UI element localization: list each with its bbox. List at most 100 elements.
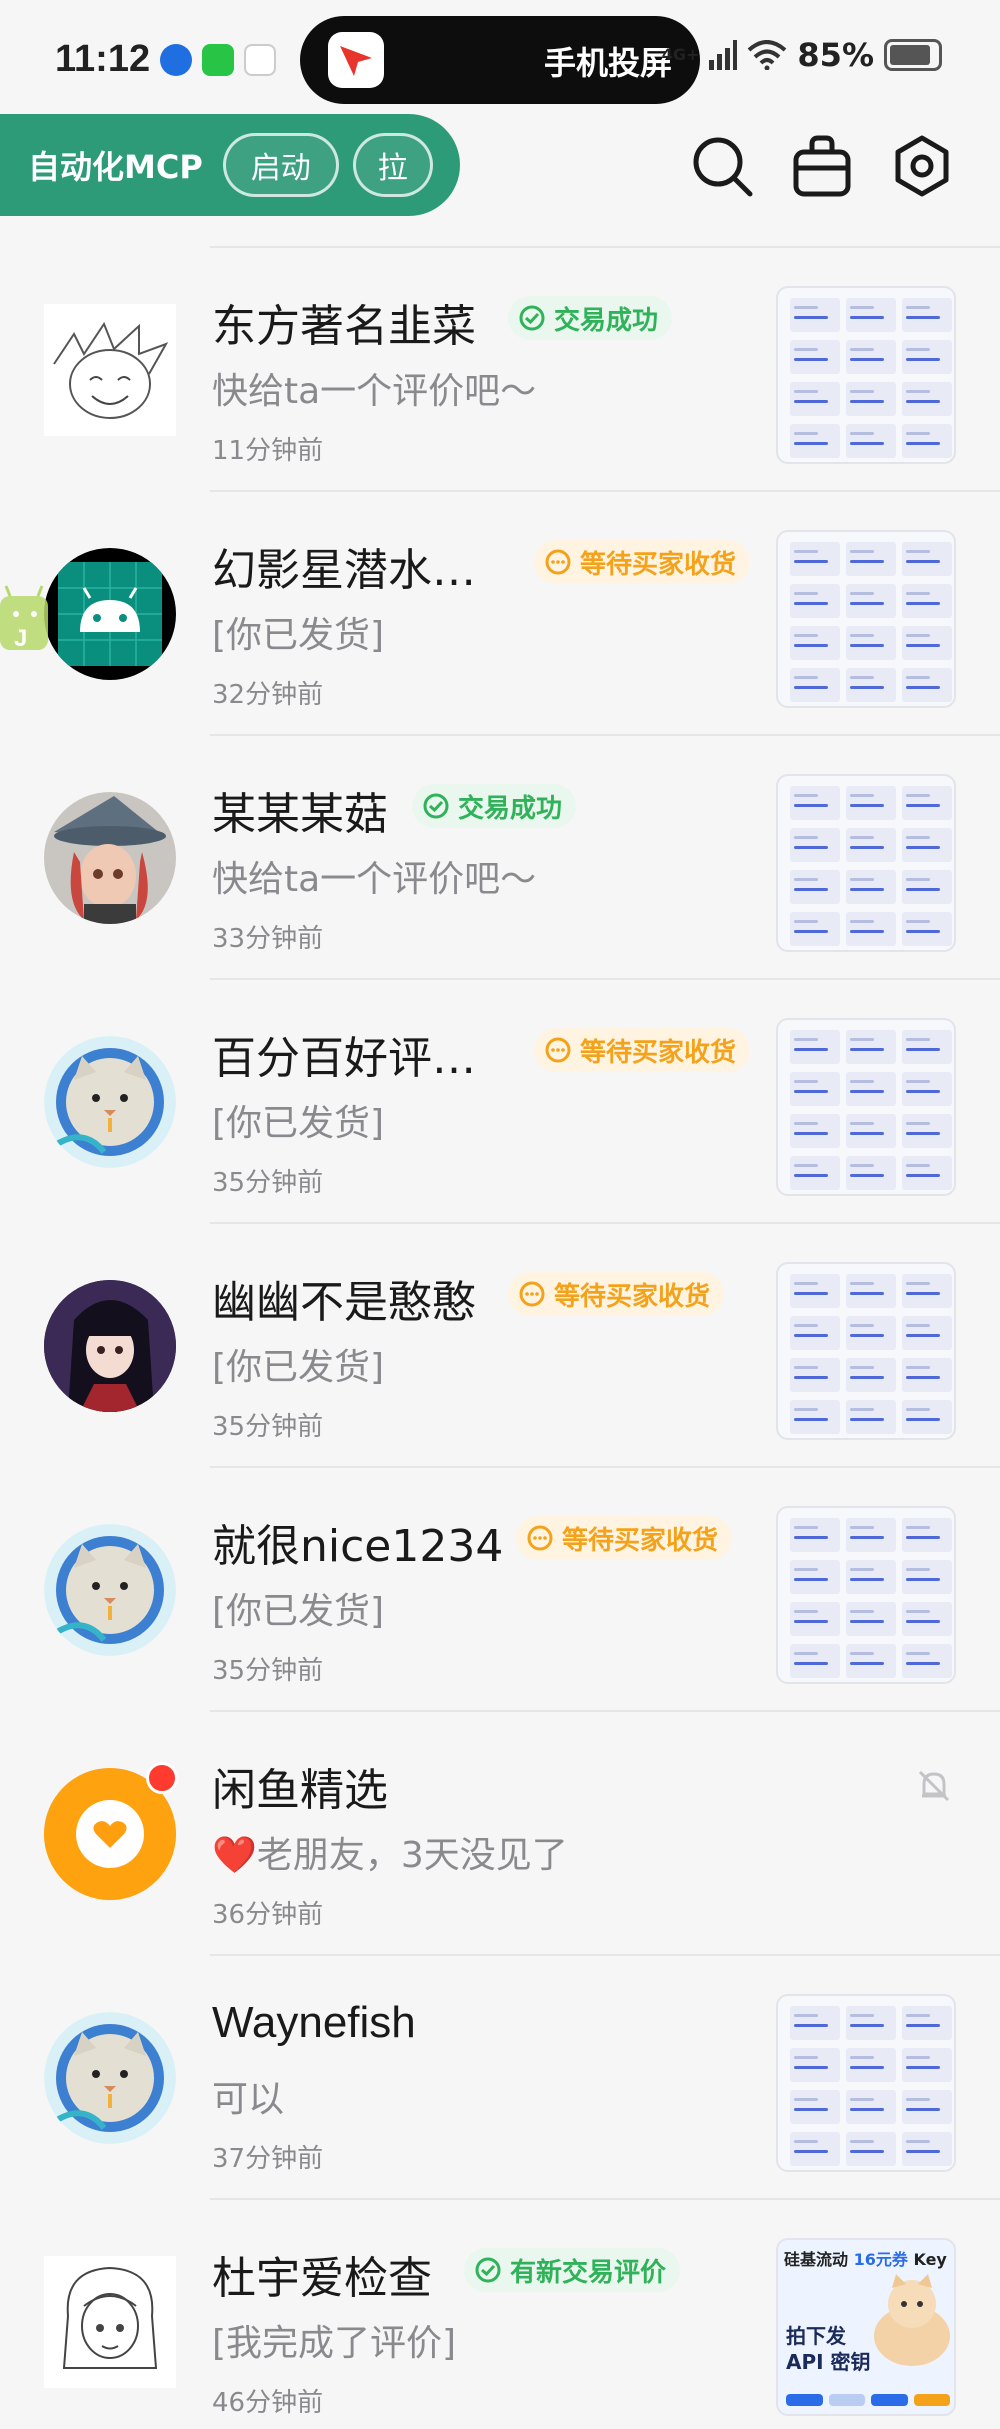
message-time: 36分钟前 — [212, 1900, 324, 1930]
conversation-row[interactable]: 幽幽不是憨憨 等待买家收货 [你已发货] 35分钟前 — [0, 1222, 1000, 1466]
avatar[interactable] — [44, 548, 176, 680]
bag-icon[interactable] — [790, 134, 854, 198]
message-time: 37分钟前 — [212, 2144, 324, 2174]
status-badge-text: 等待买家收货 — [554, 1281, 711, 1312]
status-badge: 交易成功 — [508, 296, 673, 340]
message-time: 35分钟前 — [212, 1412, 324, 1442]
last-message: [你已发货] — [212, 615, 385, 656]
notification-icons — [160, 44, 276, 76]
more-circle-icon — [527, 1525, 553, 1551]
wifi-icon — [748, 40, 787, 70]
cat-photo-icon — [874, 2274, 950, 2366]
screen-cast-island[interactable]: 手机投屏 — [300, 16, 700, 104]
last-message: [你已发货] — [212, 1103, 385, 1144]
divider — [210, 1222, 1000, 1224]
contact-name: 幽幽不是憨憨 — [212, 1277, 476, 1328]
screen-cast-label: 手机投屏 — [543, 44, 672, 82]
status-badge: 等待买家收货 — [534, 540, 751, 584]
floating-android-icon[interactable]: J — [0, 580, 52, 660]
battery-icon — [884, 39, 942, 71]
conversation-row[interactable]: 就很nice1234 等待买家收货 [你已发货] 35分钟前 — [0, 1466, 1000, 1710]
last-message: [你已发货] — [212, 1591, 385, 1632]
conversation-row[interactable]: 幻影星潜水… 等待买家收货 [你已发货] 32分钟前 — [0, 490, 1000, 734]
status-badge-text: 交易成功 — [458, 793, 563, 824]
divider — [210, 1466, 1000, 1468]
message-time: 35分钟前 — [212, 1656, 324, 1686]
message-time: 11分钟前 — [212, 436, 324, 466]
unread-dot — [146, 1762, 178, 1794]
status-badge-text: 有新交易评价 — [510, 2257, 667, 2288]
last-message: [你已发货] — [212, 1347, 385, 1388]
conversation-row[interactable]: 某某某菇 交易成功 快给ta一个评价吧～ 33分钟前 — [0, 734, 1000, 978]
check-circle-icon — [475, 2257, 501, 2283]
last-message: 快给ta一个评价吧～ — [212, 859, 537, 900]
conversation-row[interactable]: Waynefish 可以 37分钟前 — [0, 1954, 1000, 2198]
mcp-title: 自动化MCP — [28, 148, 203, 186]
avatar[interactable] — [44, 1524, 176, 1656]
divider — [210, 1954, 1000, 1956]
item-thumbnail[interactable] — [776, 1262, 956, 1440]
item-thumbnail-promo[interactable]: 硅基流动 16元券 Key 拍下发 API 密钥 — [776, 2238, 956, 2416]
avatar[interactable] — [44, 1036, 176, 1168]
promo-suffix: Key — [913, 2250, 947, 2269]
contact-name: 闲鱼精选 — [212, 1765, 388, 1816]
divider — [210, 490, 1000, 492]
browser-notification-icon — [160, 44, 192, 76]
item-thumbnail[interactable] — [776, 1994, 956, 2172]
conversation-row[interactable]: 杜宇爱检查 有新交易评价 [我完成了评价] 46分钟前 硅基流动 16元券 Ke… — [0, 2198, 1000, 2429]
item-thumbnail[interactable] — [776, 774, 956, 952]
item-thumbnail[interactable] — [776, 1506, 956, 1684]
settings-icon[interactable] — [890, 134, 954, 198]
message-time: 46分钟前 — [212, 2388, 324, 2418]
contact-name: 杜宇爱检查 — [212, 2253, 432, 2304]
last-message: 可以 — [212, 2079, 285, 2120]
avatar[interactable] — [44, 2256, 176, 2388]
last-message: ❤️老朋友，3天没见了 — [212, 1835, 568, 1876]
signal-icon — [709, 40, 738, 70]
message-time: 33分钟前 — [212, 924, 324, 954]
divider — [210, 978, 1000, 980]
status-badge: 有新交易评价 — [464, 2248, 681, 2292]
automation-mcp-panel: 自动化MCP 启动 拉 — [0, 114, 460, 216]
avatar[interactable] — [44, 1280, 176, 1412]
contact-name: 某某某菇 — [212, 789, 388, 840]
conversation-row[interactable]: 百分百好评… 等待买家收货 [你已发货] 35分钟前 — [0, 978, 1000, 1222]
promo-line2: 拍下发 — [786, 2324, 846, 2348]
divider — [210, 246, 1000, 248]
start-button[interactable]: 启动 — [222, 133, 339, 197]
item-thumbnail[interactable] — [776, 530, 956, 708]
item-thumbnail[interactable] — [776, 1018, 956, 1196]
status-badge: 等待买家收货 — [508, 1272, 725, 1316]
status-badge: 交易成功 — [412, 784, 577, 828]
avatar[interactable] — [44, 792, 176, 924]
check-circle-icon — [423, 793, 449, 819]
status-badge-text: 等待买家收货 — [580, 549, 737, 580]
conversation-row[interactable]: 闲鱼精选 ❤️老朋友，3天没见了 36分钟前 — [0, 1710, 1000, 1954]
contact-name: 就很nice1234 — [212, 1521, 504, 1572]
divider — [210, 734, 1000, 736]
divider — [210, 2198, 1000, 2200]
message-time: 32分钟前 — [212, 680, 324, 710]
avatar[interactable] — [44, 2012, 176, 2144]
network-type: 4G+ — [661, 45, 700, 64]
last-message: [我完成了评价] — [212, 2323, 457, 2364]
promo-amount: 16元券 — [853, 2250, 908, 2269]
conversation-list: 东方著名韭菜 交易成功 快给ta一个评价吧～ 11分钟前 幻影星潜水… 等待买家… — [0, 246, 1000, 2429]
pull-button[interactable]: 拉 — [352, 133, 433, 197]
divider — [210, 1710, 1000, 1712]
more-circle-icon — [545, 549, 571, 575]
mute-bell-icon — [918, 1770, 950, 1802]
system-status: 4G+ 85% — [662, 36, 942, 74]
contact-name: 百分百好评… — [212, 1033, 476, 1084]
contact-name: 幻影星潜水… — [212, 545, 476, 596]
wechat-notification-icon — [202, 44, 234, 76]
conversation-row[interactable]: 东方著名韭菜 交易成功 快给ta一个评价吧～ 11分钟前 — [0, 246, 1000, 490]
item-thumbnail[interactable] — [776, 286, 956, 464]
status-badge-text: 等待买家收货 — [580, 1037, 737, 1068]
contact-name: 东方著名韭菜 — [212, 301, 476, 352]
svg-text:J: J — [14, 625, 27, 652]
search-icon[interactable] — [690, 134, 754, 198]
status-badge: 等待买家收货 — [516, 1516, 733, 1560]
status-badge-text: 交易成功 — [554, 305, 659, 336]
avatar[interactable] — [44, 304, 176, 436]
